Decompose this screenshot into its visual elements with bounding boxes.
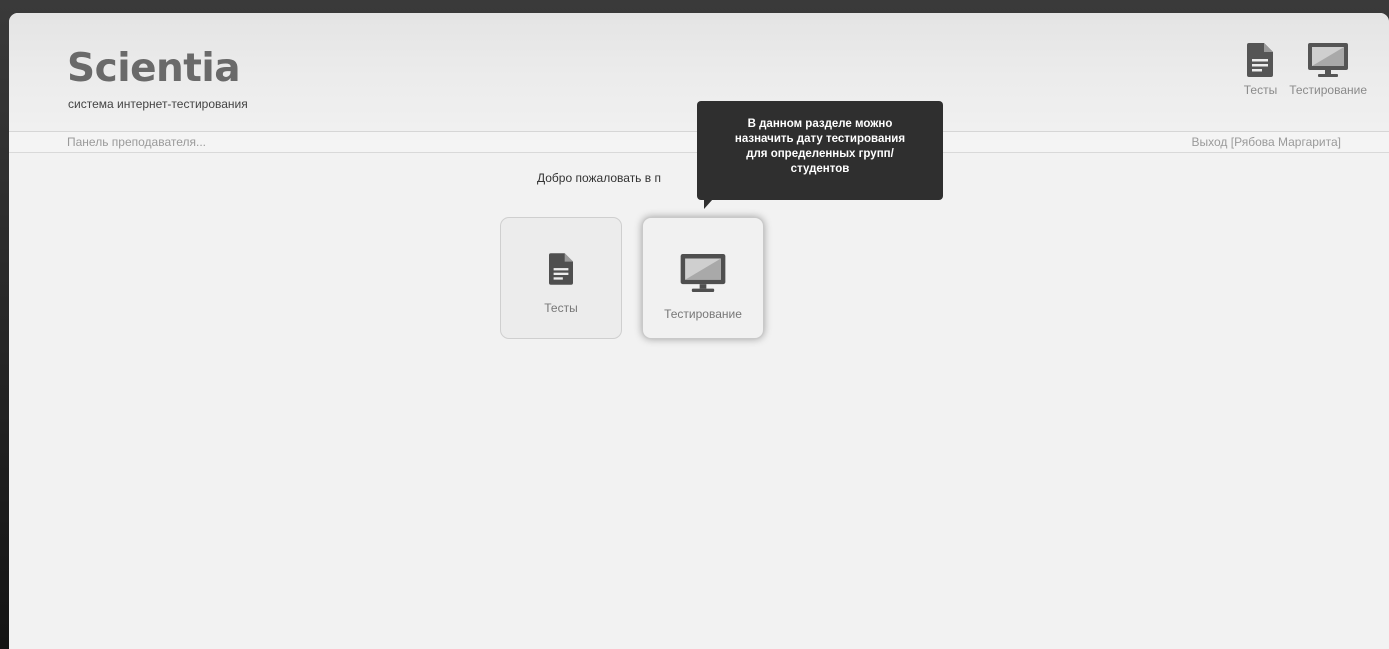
document-icon: [549, 252, 573, 291]
monitor-icon: [1308, 43, 1349, 77]
logout-link[interactable]: Выход [Рябова Маргарита]: [1192, 135, 1341, 149]
tooltip-line: В данном разделе можно: [747, 118, 893, 130]
panel-title: Панель преподавателя...: [67, 135, 207, 149]
nav-item-tests[interactable]: Тесты: [1244, 43, 1277, 97]
tile-label: Тесты: [544, 301, 578, 315]
app-window: Scientia система интернет-тестирования Т…: [9, 13, 1389, 649]
tile-testing[interactable]: Тестирование: [642, 217, 764, 339]
logo[interactable]: Scientia: [67, 49, 241, 89]
monitor-icon: [680, 254, 726, 297]
tile-label: Тестирование: [664, 307, 742, 321]
header-nav: Тесты Тестирование: [1244, 43, 1367, 97]
document-icon: [1247, 43, 1274, 77]
welcome-text: Добро пожаловать в п: [537, 171, 661, 185]
tooltip-arrow: [704, 199, 722, 209]
logo-tagline: система интернет-тестирования: [68, 97, 248, 111]
nav-item-testing[interactable]: Тестирование: [1289, 43, 1367, 97]
tooltip-line: студентов: [790, 163, 850, 175]
tooltip: В данном разделе можно назначить дату те…: [697, 101, 943, 200]
nav-item-label: Тесты: [1243, 83, 1278, 97]
nav-item-label: Тестирование: [1289, 83, 1367, 97]
tooltip-line: для определенных групп/: [746, 148, 894, 160]
tooltip-line: назначить дату тестирования: [734, 133, 906, 145]
tile-tests[interactable]: Тесты: [500, 217, 622, 339]
